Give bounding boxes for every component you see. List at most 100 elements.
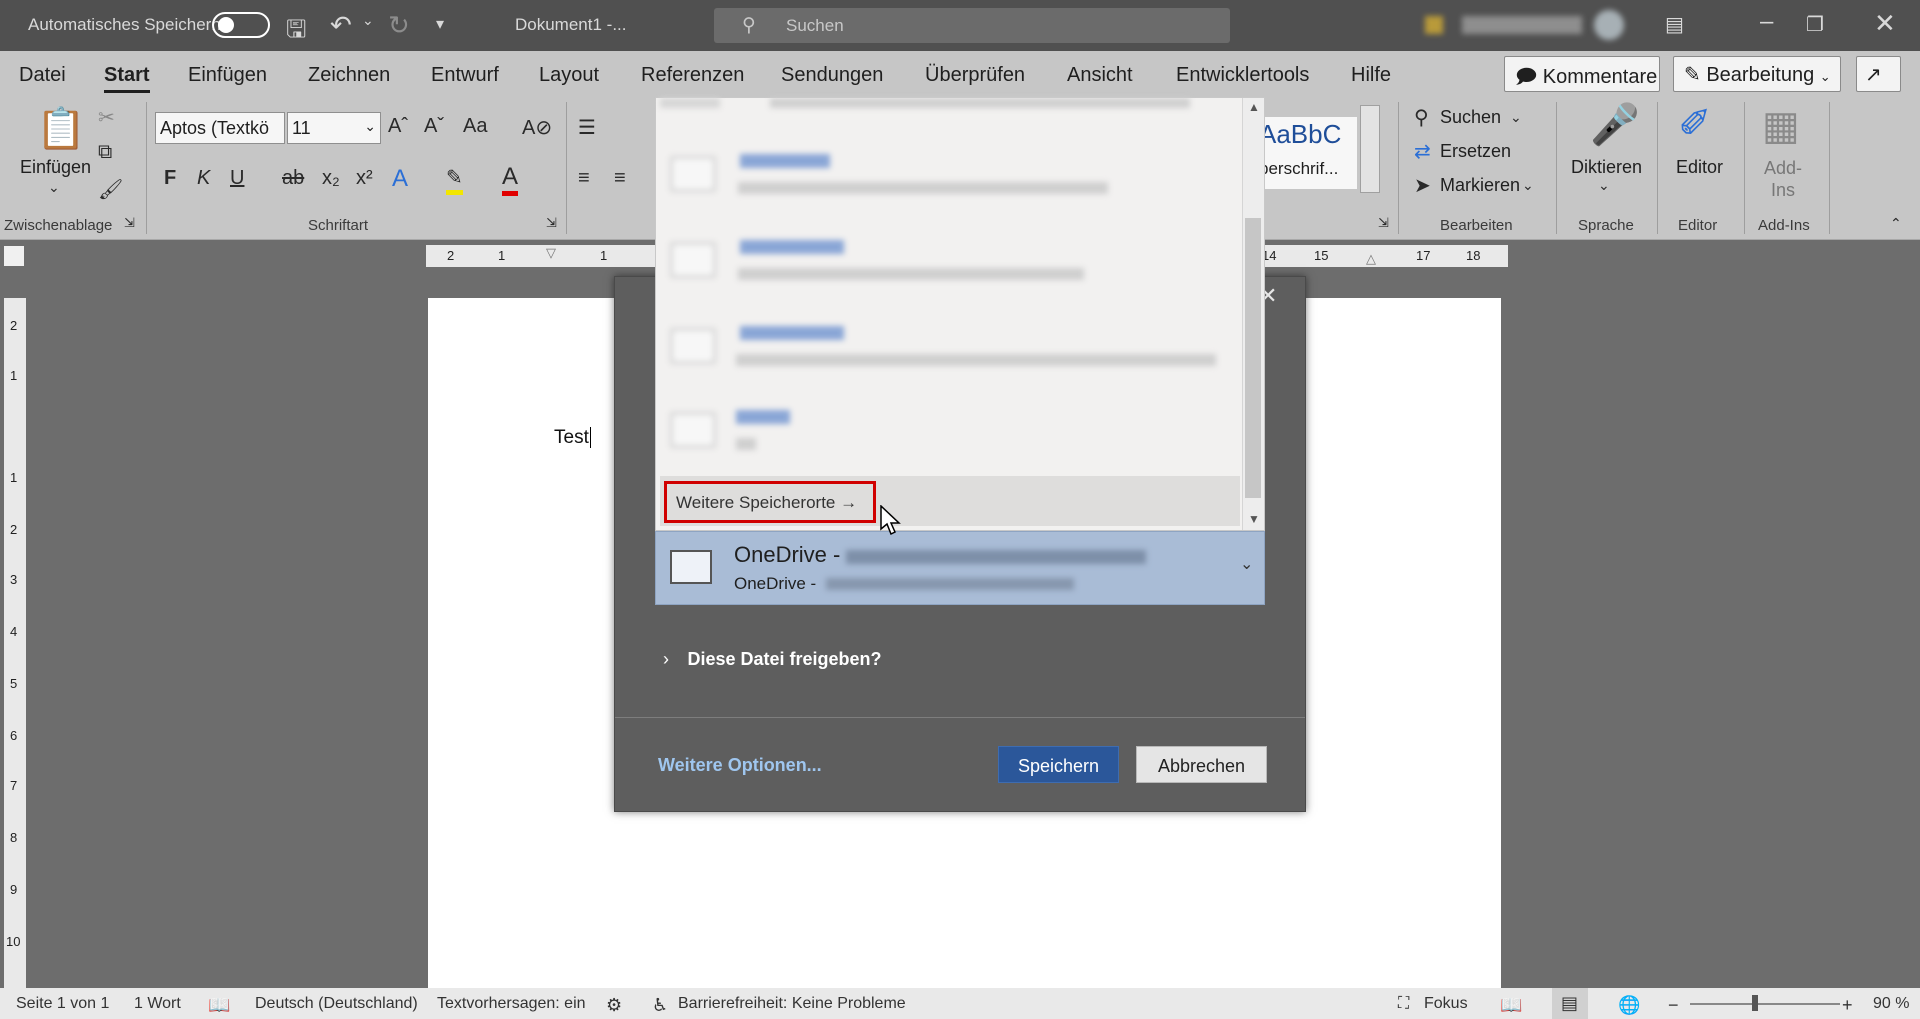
highlight-icon[interactable]: ✎ bbox=[446, 165, 463, 195]
location-item[interactable] bbox=[656, 310, 1244, 390]
page-count[interactable]: Seite 1 von 1 bbox=[16, 995, 109, 1013]
tab-referenzen[interactable]: Referenzen bbox=[641, 64, 744, 87]
search-icon[interactable]: ⚲ bbox=[1414, 105, 1429, 130]
web-layout-icon[interactable]: 🌐 bbox=[1618, 995, 1640, 1016]
dictate-button[interactable]: Diktieren bbox=[1571, 157, 1642, 178]
underline-button[interactable]: U bbox=[230, 167, 244, 190]
cancel-button[interactable]: Abbrechen bbox=[1136, 746, 1267, 783]
replace-button[interactable]: Ersetzen bbox=[1440, 141, 1511, 162]
collapse-ribbon-icon[interactable]: ⌃ bbox=[1890, 215, 1902, 232]
tab-start[interactable]: Start bbox=[104, 64, 150, 93]
replace-icon[interactable]: ⇄ bbox=[1414, 139, 1431, 164]
restore-icon[interactable]: ❐ bbox=[1806, 12, 1824, 37]
align-center-icon[interactable]: ≡ bbox=[614, 167, 626, 190]
scroll-down-icon[interactable]: ▼ bbox=[1248, 512, 1260, 526]
scroll-thumb[interactable] bbox=[1245, 218, 1261, 498]
tab-hilfe[interactable]: Hilfe bbox=[1351, 64, 1391, 87]
language-status[interactable]: Deutsch (Deutschland) bbox=[255, 995, 418, 1013]
font-size-dropdown[interactable]: 11 ⌄ bbox=[287, 112, 381, 144]
selected-location[interactable]: OneDrive - OneDrive - ⌄ bbox=[655, 531, 1265, 605]
align-left-icon[interactable]: ≡ bbox=[578, 167, 590, 190]
font-name-dropdown[interactable]: Aptos (Textkö bbox=[155, 112, 285, 144]
tab-selector[interactable] bbox=[4, 246, 24, 266]
font-color-icon[interactable]: A bbox=[502, 163, 519, 196]
text-effects-icon[interactable]: A bbox=[392, 165, 408, 193]
undo-icon[interactable]: ↶ bbox=[330, 10, 352, 41]
autosave-toggle[interactable] bbox=[212, 12, 270, 38]
read-mode-icon[interactable]: 📖 bbox=[1500, 995, 1522, 1016]
zoom-level[interactable]: 90 % bbox=[1873, 995, 1909, 1013]
dialog-launcher-icon[interactable]: ⇲ bbox=[124, 215, 135, 231]
chevron-down-icon[interactable]: ⌄ bbox=[1522, 177, 1534, 194]
right-indent-marker-icon[interactable]: △ bbox=[1366, 251, 1376, 267]
subscript-icon[interactable]: x₂ bbox=[322, 167, 340, 190]
track-changes-icon[interactable]: ⚙ bbox=[606, 995, 622, 1016]
more-locations-button[interactable]: Weitere Speicherorte → bbox=[664, 481, 876, 523]
save-icon[interactable]: 🖫 bbox=[286, 12, 306, 53]
zoom-out-icon[interactable]: − bbox=[1668, 995, 1679, 1016]
vertical-ruler[interactable]: 2 1 1 2 3 4 5 6 7 8 9 10 bbox=[4, 298, 26, 988]
strikethrough-icon[interactable]: ab bbox=[282, 167, 304, 190]
document-text[interactable]: Test​ bbox=[554, 427, 591, 449]
tab-sendungen[interactable]: Sendungen bbox=[781, 64, 883, 87]
focus-icon[interactable]: ⛶ bbox=[1398, 995, 1409, 1013]
addins-button[interactable]: Add- Ins bbox=[1764, 157, 1802, 201]
italic-button[interactable]: K bbox=[197, 167, 210, 190]
more-options-link[interactable]: Weitere Optionen... bbox=[658, 755, 822, 776]
close-window-icon[interactable]: ✕ bbox=[1874, 8, 1896, 39]
minimize-icon[interactable]: – bbox=[1760, 8, 1773, 36]
redo-icon[interactable]: ↻ bbox=[388, 10, 410, 41]
scroll-up-icon[interactable]: ▲ bbox=[1248, 100, 1260, 114]
copy-icon[interactable]: ⧉ bbox=[98, 141, 112, 164]
find-button[interactable]: Suchen bbox=[1440, 107, 1501, 128]
editor-button[interactable]: Editor bbox=[1676, 157, 1723, 178]
tab-layout[interactable]: Layout bbox=[539, 64, 599, 87]
format-painter-icon[interactable]: 🖌 bbox=[98, 177, 123, 202]
bullets-icon[interactable]: ☰ bbox=[578, 115, 596, 140]
location-item[interactable] bbox=[656, 394, 1244, 474]
paste-icon[interactable]: 📋 bbox=[36, 105, 86, 152]
change-case-button[interactable]: Aa bbox=[463, 115, 487, 138]
zoom-in-icon[interactable]: + bbox=[1842, 995, 1853, 1016]
tab-datei[interactable]: Datei bbox=[19, 64, 66, 87]
undo-dropdown-icon[interactable]: ⌄ bbox=[362, 12, 374, 29]
editing-mode-button[interactable]: ✎ Bearbeitung ⌄ bbox=[1673, 56, 1841, 92]
tab-ansicht[interactable]: Ansicht bbox=[1067, 64, 1133, 87]
addins-grid-icon[interactable]: ▦ bbox=[1762, 103, 1800, 149]
chevron-down-icon[interactable]: ⌄ bbox=[48, 179, 60, 196]
chevron-down-icon[interactable]: ⌄ bbox=[1240, 554, 1253, 574]
clear-formatting-icon[interactable]: A⊘ bbox=[522, 115, 552, 140]
avatar[interactable] bbox=[1594, 10, 1624, 40]
select-cursor-icon[interactable]: ➤ bbox=[1414, 173, 1431, 198]
styles-gallery[interactable]: AaBbC berschrif... bbox=[1257, 117, 1357, 189]
editor-pen-icon[interactable]: ✐ bbox=[1678, 101, 1712, 147]
search-box[interactable]: ⚲ Suchen bbox=[714, 8, 1230, 43]
location-item[interactable] bbox=[660, 98, 1200, 112]
save-button[interactable]: Speichern bbox=[998, 746, 1119, 783]
microphone-icon[interactable]: 🎤 bbox=[1590, 101, 1640, 148]
comments-button[interactable]: 🗩 Kommentare bbox=[1504, 56, 1660, 92]
tab-einfuegen[interactable]: Einfügen bbox=[188, 64, 267, 87]
tab-ueberpruefen[interactable]: Überprüfen bbox=[925, 64, 1025, 87]
proofing-icon[interactable]: 📖 bbox=[208, 995, 230, 1016]
grow-font-icon[interactable]: Aˆ bbox=[388, 115, 408, 138]
location-item[interactable] bbox=[656, 224, 1244, 304]
focus-button[interactable]: Fokus bbox=[1424, 995, 1468, 1013]
dialog-launcher-icon[interactable]: ⇲ bbox=[546, 215, 557, 231]
indent-marker-icon[interactable]: ▽ bbox=[546, 245, 556, 261]
accessibility-status[interactable]: Barrierefreiheit: Keine Probleme bbox=[678, 995, 906, 1013]
word-count[interactable]: 1 Wort bbox=[134, 995, 181, 1013]
tab-entwurf[interactable]: Entwurf bbox=[431, 64, 499, 87]
paste-label[interactable]: Einfügen bbox=[20, 157, 91, 178]
zoom-slider[interactable] bbox=[1690, 1003, 1840, 1005]
shrink-font-icon[interactable]: Aˇ bbox=[424, 115, 444, 138]
bold-button[interactable]: F bbox=[164, 167, 176, 190]
tab-zeichnen[interactable]: Zeichnen bbox=[308, 64, 390, 87]
dialog-launcher-icon[interactable]: ⇲ bbox=[1378, 215, 1389, 231]
styles-scroll[interactable] bbox=[1360, 105, 1380, 193]
location-item[interactable] bbox=[656, 138, 1244, 218]
accessibility-icon[interactable]: ♿ bbox=[652, 995, 668, 1016]
select-button[interactable]: Markieren bbox=[1440, 175, 1520, 196]
superscript-icon[interactable]: x² bbox=[356, 167, 373, 190]
share-file-toggle[interactable]: › Diese Datei freigeben? bbox=[663, 649, 882, 670]
